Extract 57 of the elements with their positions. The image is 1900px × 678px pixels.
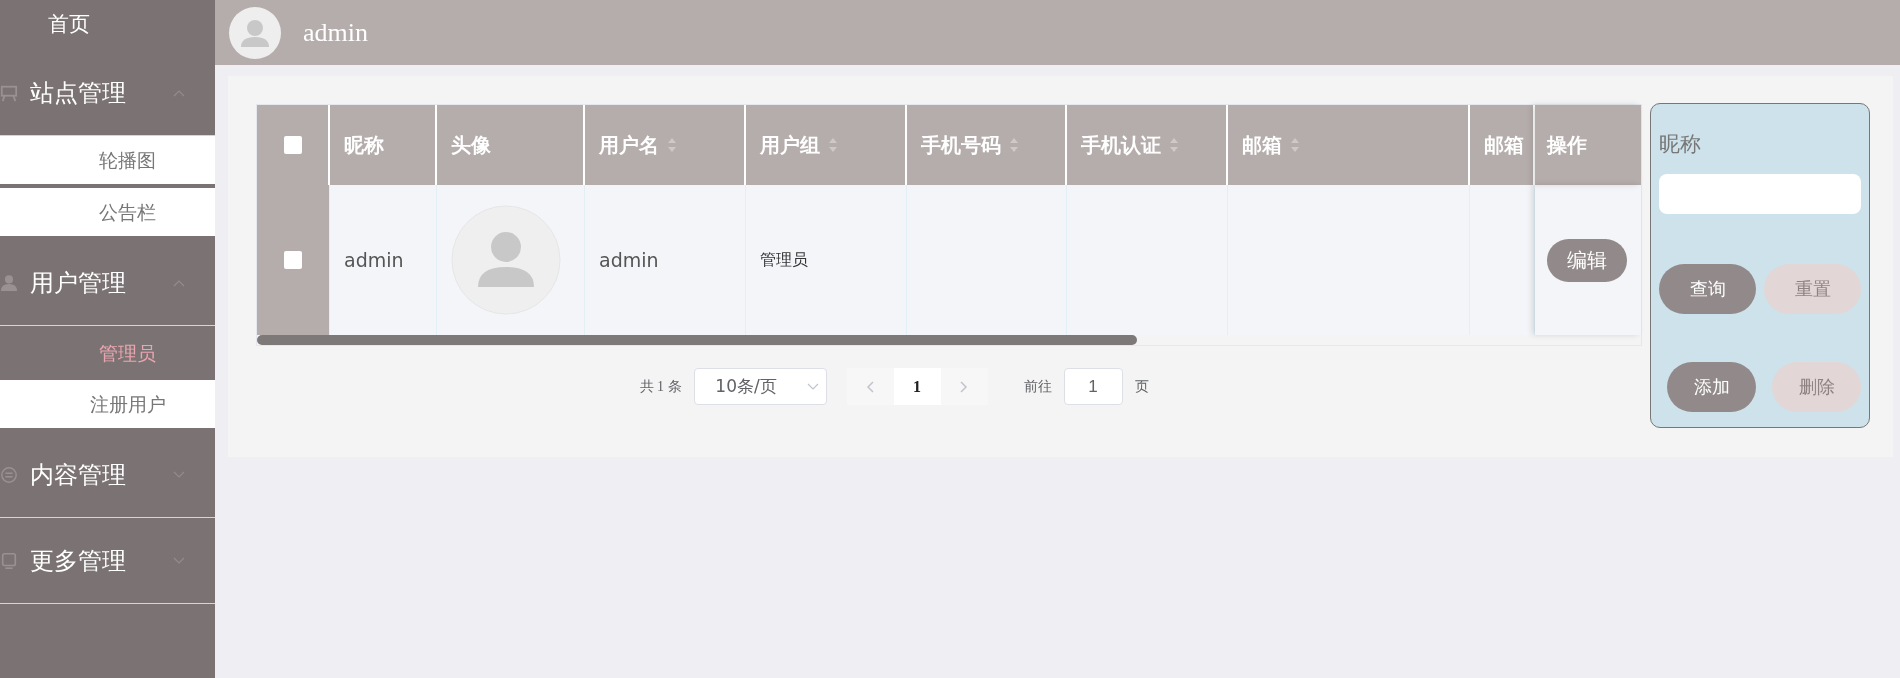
chevron-down-icon bbox=[173, 556, 185, 565]
action-button[interactable]: 添加 bbox=[1667, 362, 1756, 412]
action-button[interactable]: 重置 bbox=[1764, 264, 1861, 314]
total-count: 共 1 条 bbox=[639, 377, 682, 396]
column-header[interactable]: 昵称 bbox=[330, 105, 437, 185]
column-header[interactable]: 邮箱 bbox=[1228, 105, 1470, 185]
submenu-item[interactable]: 轮播图 bbox=[0, 136, 215, 184]
column-header[interactable]: 操作 bbox=[1535, 105, 1641, 185]
easel-icon bbox=[0, 83, 18, 102]
user-icon bbox=[0, 273, 18, 292]
column-header[interactable]: 手机号码 bbox=[907, 105, 1067, 185]
table-cell: admin bbox=[599, 249, 659, 271]
menu-group-label: 更多管理 bbox=[30, 545, 126, 577]
avatar-icon bbox=[229, 6, 281, 59]
sort-icon bbox=[828, 137, 838, 153]
monitor-icon bbox=[0, 551, 18, 570]
menu-group-label: 站点管理 bbox=[30, 77, 126, 109]
column-header[interactable]: 手机认证 bbox=[1067, 105, 1228, 185]
chevron-down-icon bbox=[173, 470, 185, 479]
sort-icon bbox=[1290, 137, 1300, 153]
chevron-left-icon bbox=[866, 380, 874, 393]
menu-group-label: 内容管理 bbox=[30, 459, 126, 491]
scrollbar-thumb[interactable] bbox=[257, 335, 1137, 345]
chevron-up-icon bbox=[173, 278, 185, 287]
chat-icon bbox=[0, 465, 18, 484]
page-suffix: 页 bbox=[1134, 377, 1149, 396]
username: admin bbox=[303, 17, 368, 48]
submenu-item[interactable]: 注册用户 bbox=[0, 380, 215, 428]
menu-group[interactable]: 更多管理 bbox=[0, 518, 215, 604]
menu-group[interactable]: 内容管理 bbox=[0, 432, 215, 518]
edit-button[interactable]: 编辑 bbox=[1547, 238, 1627, 282]
column-header[interactable]: 邮箱 bbox=[1470, 105, 1535, 185]
menu-item[interactable]: 首页 bbox=[0, 0, 215, 50]
page-number[interactable]: 1 bbox=[893, 368, 941, 405]
chevron-down-icon bbox=[806, 382, 819, 391]
chevron-right-icon bbox=[960, 380, 968, 393]
table-cell: admin bbox=[344, 249, 404, 271]
nickname-field[interactable] bbox=[1659, 174, 1861, 214]
action-button[interactable]: 删除 bbox=[1772, 362, 1861, 412]
checkbox[interactable] bbox=[284, 251, 302, 269]
field-label: 昵称 bbox=[1659, 131, 1702, 158]
column-header[interactable]: 头像 bbox=[437, 105, 585, 185]
avatar-icon bbox=[451, 205, 561, 315]
chevron-up-icon bbox=[173, 88, 185, 97]
sort-icon bbox=[667, 137, 677, 153]
sort-icon bbox=[1009, 137, 1019, 153]
action-button[interactable]: 查询 bbox=[1659, 264, 1756, 314]
checkbox[interactable] bbox=[283, 136, 302, 154]
menu-group-label: 用户管理 bbox=[30, 267, 126, 299]
goto-page-field[interactable]: 1 bbox=[1063, 368, 1123, 405]
goto-label: 前往 bbox=[1023, 377, 1052, 396]
column-header[interactable]: 用户名 bbox=[585, 105, 746, 185]
page-size-select[interactable]: 10条/页 bbox=[693, 368, 827, 405]
sort-icon bbox=[1169, 137, 1179, 153]
column-header[interactable]: 用户组 bbox=[746, 105, 907, 185]
submenu-item[interactable]: 公告栏 bbox=[0, 188, 215, 236]
table-cell: 管理员 bbox=[760, 249, 808, 271]
